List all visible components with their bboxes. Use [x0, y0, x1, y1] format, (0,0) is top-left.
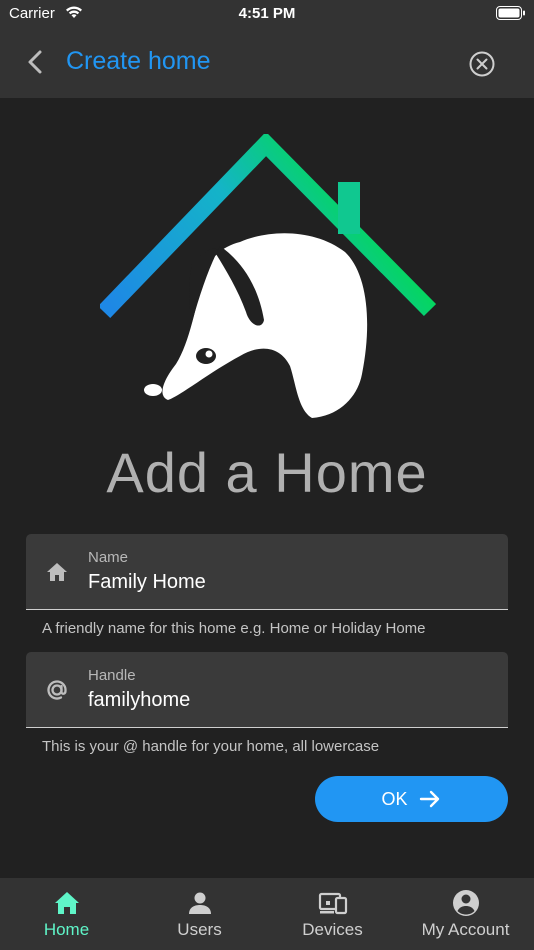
name-label: Name	[88, 549, 129, 566]
handle-field[interactable]: Handle familyhome	[26, 652, 508, 728]
ok-label: OK	[381, 788, 408, 809]
house-icon	[43, 558, 71, 586]
badger-house-logo	[97, 131, 437, 424]
handle-input[interactable]: familyhome	[88, 689, 190, 712]
status-bar: Carrier 4:51 PM	[0, 0, 534, 28]
nav-item-devices[interactable]: Devices	[266, 878, 399, 950]
nav-label-my-account: My Account	[421, 920, 510, 939]
at-icon	[43, 676, 71, 704]
heading: Add a Home	[106, 441, 428, 504]
person-icon	[185, 888, 215, 918]
battery-icon	[496, 6, 526, 25]
nav-item-home[interactable]: Home	[0, 878, 133, 950]
nav-label-users: Users	[177, 920, 222, 939]
nav-label-home: Home	[43, 920, 90, 939]
chevron-left-icon	[28, 50, 42, 74]
ok-button[interactable]: OK	[315, 776, 508, 822]
nav-item-my-account[interactable]: My Account	[399, 878, 532, 950]
nav-item-users[interactable]: Users	[133, 878, 266, 950]
back-button[interactable]	[20, 46, 52, 78]
clock: 4:51 PM	[238, 5, 296, 22]
app-bar: Create home	[0, 28, 534, 98]
close-circle-icon	[469, 51, 495, 77]
page-title: Create home	[66, 47, 211, 75]
account-circle-icon	[451, 888, 481, 918]
name-input[interactable]: Family Home	[88, 571, 206, 594]
name-help-text: A friendly name for this home e.g. Home …	[42, 620, 426, 637]
handle-help-text: This is your @ handle for your home, all…	[42, 738, 380, 755]
house-icon	[52, 888, 82, 918]
devices-icon	[318, 888, 348, 918]
name-field[interactable]: Name Family Home	[26, 534, 508, 610]
nav-label-devices: Devices	[302, 920, 363, 939]
close-button[interactable]	[466, 48, 498, 80]
bottom-nav: Home Users Devices My Account	[0, 878, 534, 950]
arrow-right-icon	[419, 790, 439, 808]
handle-label: Handle	[88, 667, 136, 684]
